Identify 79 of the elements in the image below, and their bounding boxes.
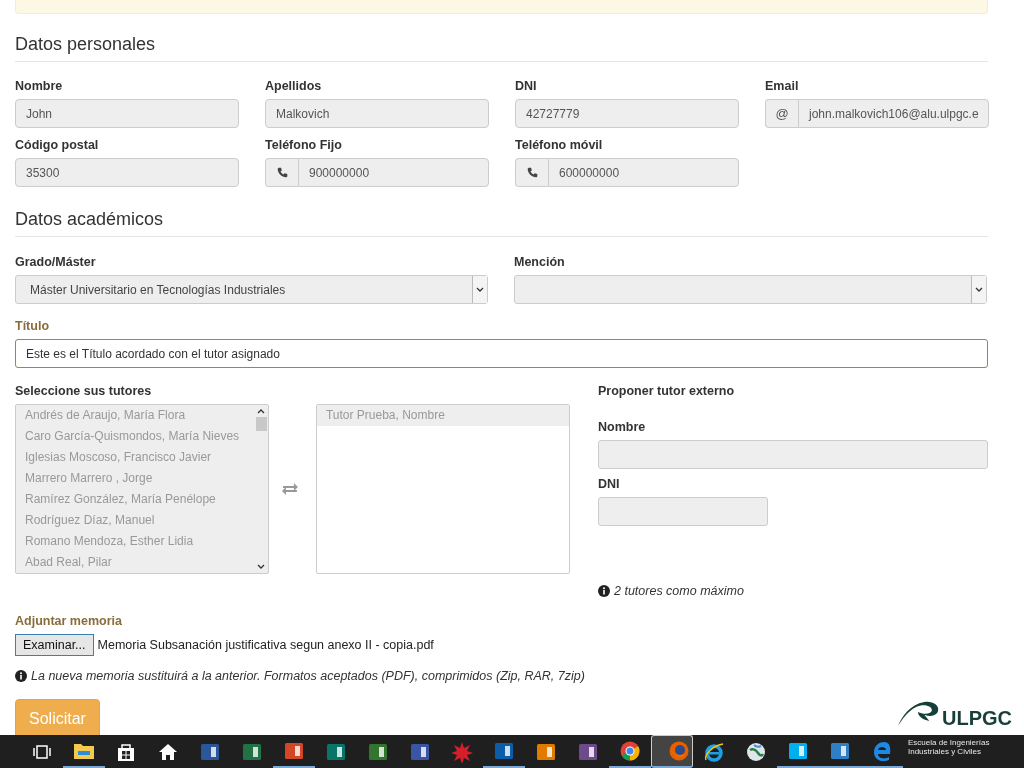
app-icon: [494, 740, 514, 761]
input-field[interactable]: John: [15, 99, 239, 128]
field-label: Proponer tutor externo: [598, 384, 736, 398]
field-label: DNI: [598, 477, 621, 491]
logo-text: ULPGC: [942, 706, 1012, 730]
field-label: Mención: [514, 255, 566, 269]
app-icon: [410, 741, 430, 762]
field-label: Teléfono Fijo: [265, 138, 343, 152]
browser-icon: [669, 741, 689, 761]
caret-up-icon[interactable]: [257, 408, 266, 414]
input-field[interactable]: [598, 440, 988, 469]
chrome-icon: [620, 740, 640, 761]
list-item[interactable]: Rodríguez Díaz, Manuel: [16, 510, 255, 531]
field-label: Teléfono móvil: [515, 138, 604, 152]
select-field[interactable]: Máster Universitario en Tecnologías Industriales: [15, 275, 488, 304]
browse-button[interactable]: Examinar...: [15, 634, 94, 656]
browser-icon: [872, 740, 892, 761]
store-icon: [116, 741, 136, 762]
browser-icon: [703, 741, 725, 762]
burst-icon: [451, 740, 473, 763]
field-label: Apellidos: [265, 79, 323, 93]
field-label: Nombre: [598, 420, 647, 434]
field-label: Adjuntar memoria: [15, 614, 123, 628]
swap-icon[interactable]: [281, 482, 299, 496]
app-icon: [578, 741, 598, 762]
input-field[interactable]: 900000000: [298, 158, 489, 187]
input-field[interactable]: Este es el Título acordado con el tutor asignado: [15, 339, 988, 368]
taskbar-button[interactable]: [651, 735, 693, 768]
input-field[interactable]: [598, 497, 768, 526]
list-item[interactable]: Caro García-Quismondos, María Nieves: [16, 426, 255, 447]
globe-icon: [746, 741, 766, 762]
phone-icon: [276, 167, 288, 178]
scrollbar-thumb[interactable]: [255, 417, 267, 431]
input-field[interactable]: 600000000: [548, 158, 739, 187]
field-label: Grado/Máster: [15, 255, 97, 269]
task-view-icon: [32, 744, 52, 759]
caret-down-icon[interactable]: [257, 564, 266, 570]
field-label: Código postal: [15, 138, 100, 152]
app-icon: [536, 741, 556, 762]
list-item[interactable]: Iglesias Moscoso, Francisco Javier: [16, 447, 255, 468]
input-field[interactable]: john.malkovich106@alu.ulpgc.e: [798, 99, 989, 128]
info-icon: [15, 670, 27, 682]
caret-icon: [975, 286, 983, 293]
app-icon: [830, 740, 850, 761]
list-item[interactable]: Marrero Marrero , Jorge: [16, 468, 255, 489]
field-label: Seleccione sus tutores: [15, 384, 153, 398]
input-field[interactable]: 42727779: [515, 99, 739, 128]
list-item[interactable]: Ramírez González, María Penélope: [16, 489, 255, 510]
app-icon: [200, 741, 220, 762]
section-heading: Datos académicos: [15, 209, 988, 237]
logo-subtitle: Escuela de Ingenierías Industriales y Civiles: [907, 738, 991, 756]
select-field[interactable]: [514, 275, 987, 304]
help-text: La nueva memoria sustituirá a la anterior. Formatos aceptados (PDF), comprimidos (Zip, RAR, 7zip): [31, 669, 585, 683]
input-field[interactable]: 35300: [15, 158, 239, 187]
field-label: Nombre: [15, 79, 64, 93]
app-icon: [284, 740, 304, 761]
tutor-list[interactable]: Tutor Prueba, Nombre: [315, 404, 570, 574]
app-icon: [368, 741, 388, 762]
app-icon: [242, 741, 262, 762]
field-label: Título: [15, 319, 50, 333]
phone-icon: [526, 167, 538, 178]
app-icon: [326, 741, 346, 762]
home-icon: [158, 742, 178, 761]
caret-icon: [476, 286, 484, 293]
app-icon: [788, 740, 808, 761]
field-label: DNI: [515, 79, 538, 93]
field-label: Email: [765, 79, 800, 93]
input-field[interactable]: Malkovich: [265, 99, 489, 128]
submit-button[interactable]: Solicitar: [15, 699, 100, 735]
list-item[interactable]: Tutor Prueba, Nombre: [316, 405, 569, 427]
info-icon: [598, 585, 610, 597]
help-text: 2 tutores como máximo: [614, 584, 744, 598]
list-item[interactable]: Romano Mendoza, Esther Lidia: [16, 531, 255, 552]
folder-icon: [73, 741, 95, 760]
list-item[interactable]: Andrés de Araujo, María Flora: [16, 405, 255, 426]
file-name: Memoria Subsanación justificativa segun anexo II - copia.pdf: [97, 638, 434, 652]
input-addon: @: [765, 99, 798, 128]
list-item[interactable]: Abad Real, Pilar: [16, 552, 255, 573]
section-heading: Datos personales: [15, 34, 988, 62]
